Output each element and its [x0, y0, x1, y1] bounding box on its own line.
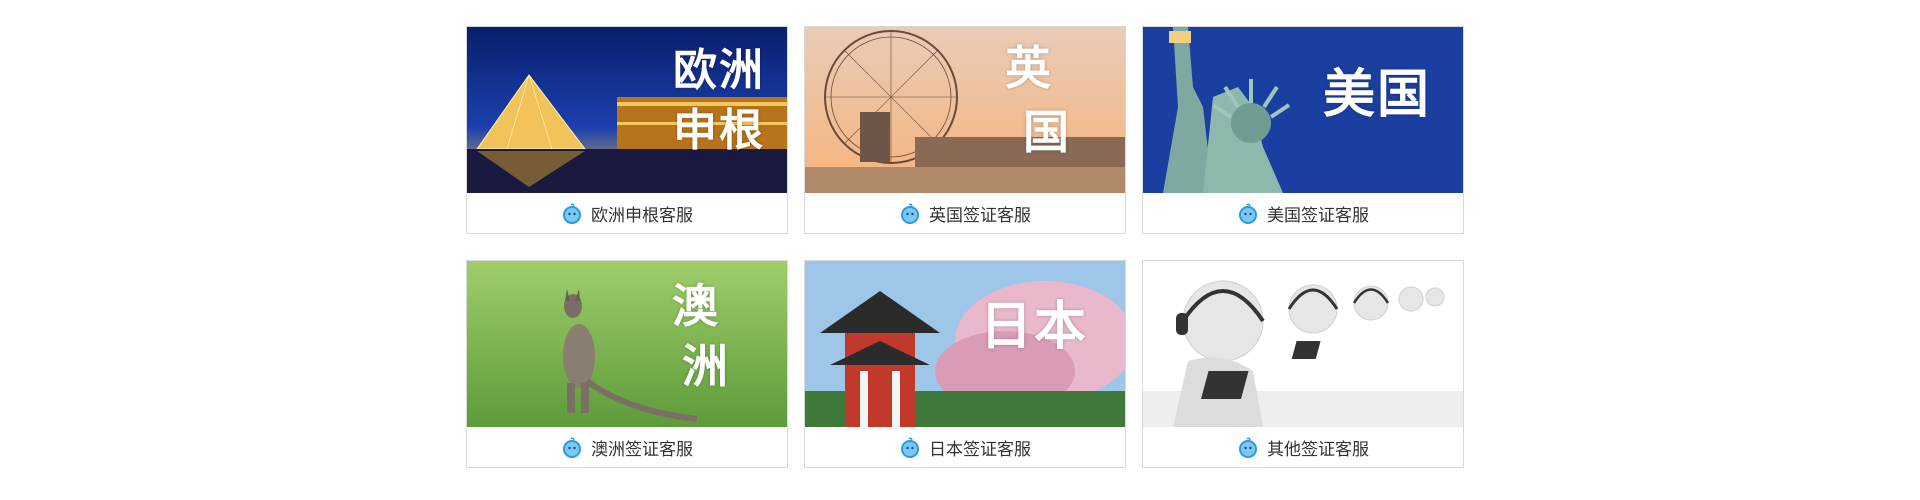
qq-chat-icon — [561, 436, 583, 459]
overlay-text-line-2: 国 — [1023, 105, 1071, 159]
card-label: 美国签证客服 — [1267, 206, 1369, 226]
card-label: 日本签证客服 — [929, 440, 1031, 460]
london-eye-image: 英 国 — [805, 27, 1125, 193]
card-japan[interactable]: 日本 日本签证客服 — [804, 260, 1126, 468]
card-europe-schengen[interactable]: 欧洲 申根 欧洲申根客服 — [466, 26, 788, 234]
statue-of-liberty-image: 美国 — [1143, 27, 1463, 193]
visa-service-grid: 欧洲 申根 欧洲申根客服 英 国 英国签证客服 美国 美国签证客服 澳 洲 澳洲… — [466, 26, 1464, 470]
card-caption[interactable]: 英国签证客服 — [805, 193, 1125, 233]
qq-chat-icon — [899, 202, 921, 225]
headset-figures-image — [1143, 261, 1463, 427]
qq-chat-icon — [1237, 436, 1259, 459]
card-caption[interactable]: 欧洲申根客服 — [467, 193, 787, 233]
card-label: 英国签证客服 — [929, 206, 1031, 226]
qq-chat-icon — [561, 202, 583, 225]
card-caption[interactable]: 澳洲签证客服 — [467, 427, 787, 467]
overlay-text-line-1: 美国 — [1323, 64, 1432, 125]
kangaroo-image: 澳 洲 — [467, 261, 787, 427]
overlay-text-line-1: 澳 — [672, 279, 720, 333]
card-caption[interactable]: 美国签证客服 — [1143, 193, 1463, 233]
qq-chat-icon — [1237, 202, 1259, 225]
card-caption[interactable]: 日本签证客服 — [805, 427, 1125, 467]
overlay-text-line-2: 洲 — [682, 339, 730, 393]
japanese-temple-image: 日本 — [805, 261, 1125, 427]
card-other[interactable]: 其他签证客服 — [1142, 260, 1464, 468]
overlay-text-line-1: 英 — [1005, 41, 1053, 95]
overlay-text-line-1: 日本 — [980, 296, 1089, 357]
card-label: 其他签证客服 — [1267, 440, 1369, 460]
card-label: 澳洲签证客服 — [591, 440, 693, 460]
card-uk[interactable]: 英 国 英国签证客服 — [804, 26, 1126, 234]
louvre-pyramid-image: 欧洲 申根 — [467, 27, 787, 193]
card-australia[interactable]: 澳 洲 澳洲签证客服 — [466, 260, 788, 468]
card-caption[interactable]: 其他签证客服 — [1143, 427, 1463, 467]
qq-chat-icon — [899, 436, 921, 459]
overlay-text-line-1: 欧洲 — [673, 45, 765, 96]
card-label: 欧洲申根客服 — [591, 206, 693, 226]
card-usa[interactable]: 美国 美国签证客服 — [1142, 26, 1464, 234]
overlay-text-line-2: 申根 — [673, 105, 765, 156]
